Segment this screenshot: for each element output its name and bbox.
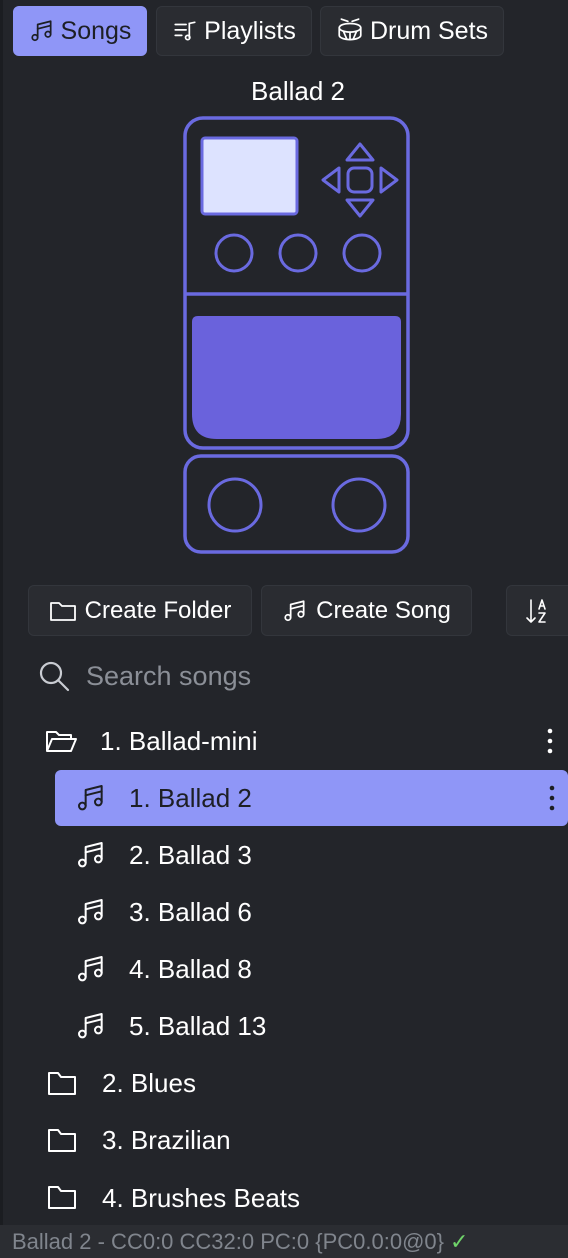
folder-icon bbox=[49, 601, 76, 621]
folder-icon bbox=[48, 1186, 76, 1209]
music-note-icon bbox=[284, 599, 305, 621]
folder-row[interactable]: 3. Brazilian bbox=[46, 1112, 568, 1168]
song-label: 2. Ballad 3 bbox=[129, 839, 252, 870]
folder-icon bbox=[48, 1072, 76, 1095]
tab-playlists-label: Playlists bbox=[204, 16, 296, 45]
music-note-icon bbox=[78, 956, 103, 982]
tab-playlists[interactable]: Playlists bbox=[156, 6, 312, 56]
more-options-icon[interactable] bbox=[546, 726, 554, 756]
music-note-icon bbox=[78, 842, 103, 868]
sort-az-icon bbox=[525, 598, 546, 623]
music-note-icon bbox=[78, 785, 103, 811]
folder-row[interactable]: 4. Brushes Beats bbox=[46, 1169, 568, 1213]
create-song-button[interactable]: Create Song bbox=[261, 585, 472, 636]
folder-row[interactable]: 1. Ballad-mini bbox=[44, 713, 568, 769]
sort-button[interactable] bbox=[506, 585, 568, 636]
search-bar bbox=[38, 654, 508, 698]
status-text: Ballad 2 - CC0:0 CC32:0 PC:0 {PC0.0:0@0} bbox=[12, 1228, 445, 1254]
search-icon bbox=[39, 661, 70, 692]
music-note-icon bbox=[78, 1013, 103, 1039]
footswitch-left bbox=[207, 477, 263, 533]
pedal-device-diagram bbox=[183, 116, 410, 554]
create-song-label: Create Song bbox=[316, 596, 451, 624]
more-options-icon[interactable] bbox=[548, 783, 556, 813]
song-row[interactable]: 4. Ballad 8 bbox=[55, 941, 568, 997]
sidebar-edge bbox=[0, 0, 3, 1225]
device-title: Ballad 2 bbox=[251, 76, 345, 106]
drum-icon bbox=[338, 18, 362, 41]
playlist-icon bbox=[174, 21, 196, 41]
song-label: 1. Ballad 2 bbox=[129, 782, 252, 813]
search-input[interactable] bbox=[84, 659, 508, 693]
tab-songs-label: Songs bbox=[60, 16, 132, 45]
folder-label: 3. Brazilian bbox=[102, 1124, 231, 1155]
dpad-icon bbox=[321, 142, 399, 218]
folder-open-icon bbox=[46, 731, 77, 752]
footswitch-right bbox=[331, 477, 387, 533]
knob-2 bbox=[278, 233, 318, 273]
music-note-icon bbox=[78, 899, 103, 925]
tab-drum-sets[interactable]: Drum Sets bbox=[320, 6, 504, 56]
folder-icon bbox=[48, 1129, 76, 1152]
folder-label: 1. Ballad-mini bbox=[100, 725, 258, 756]
folder-label: 2. Blues bbox=[102, 1067, 196, 1098]
song-label: 4. Ballad 8 bbox=[129, 953, 252, 984]
tab-songs[interactable]: Songs bbox=[13, 6, 147, 56]
device-pedal-pad bbox=[192, 316, 401, 439]
create-folder-button[interactable]: Create Folder bbox=[28, 585, 252, 636]
status-bar: Ballad 2 - CC0:0 CC32:0 PC:0 {PC0.0:0@0}… bbox=[0, 1225, 568, 1258]
song-label: 3. Ballad 6 bbox=[129, 896, 252, 927]
song-row[interactable]: 5. Ballad 13 bbox=[55, 998, 568, 1054]
folder-label: 4. Brushes Beats bbox=[102, 1183, 300, 1213]
music-note-icon bbox=[30, 20, 52, 42]
create-folder-label: Create Folder bbox=[84, 596, 232, 624]
folder-row[interactable]: 2. Blues bbox=[46, 1055, 568, 1111]
knob-3 bbox=[342, 233, 382, 273]
song-row[interactable]: 2. Ballad 3 bbox=[55, 827, 568, 883]
status-ok-icon: ✓ bbox=[450, 1228, 469, 1254]
song-row[interactable]: 1. Ballad 2 bbox=[55, 770, 568, 826]
tab-drum-sets-label: Drum Sets bbox=[369, 16, 489, 45]
device-screen bbox=[200, 136, 299, 216]
song-row[interactable]: 3. Ballad 6 bbox=[55, 884, 568, 940]
knob-1 bbox=[214, 233, 254, 273]
song-label: 5. Ballad 13 bbox=[129, 1010, 267, 1041]
